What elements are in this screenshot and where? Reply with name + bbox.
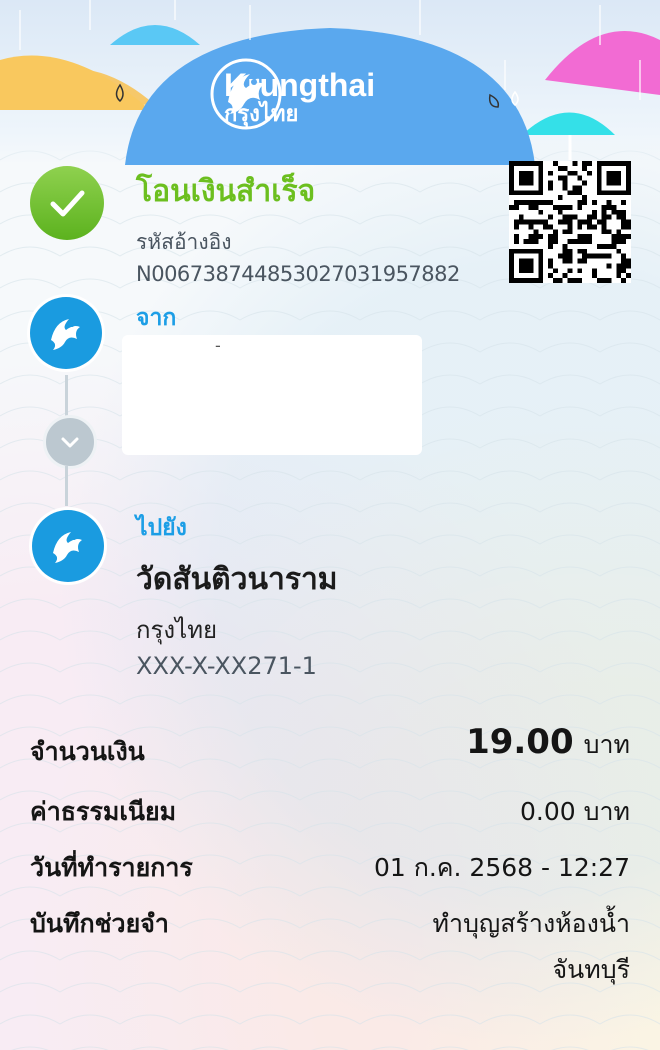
amount-value-row: 19.00 บาท (466, 722, 630, 765)
date-value: 01 ก.ค. 2568 - 12:27 (373, 853, 630, 882)
to-label: ไปยัง (136, 515, 187, 541)
connector-line-bottom (65, 466, 68, 506)
recipient-bank-avatar (32, 510, 104, 582)
amount-unit: บาท (583, 730, 630, 759)
krungthai-bird-icon (51, 319, 80, 350)
qr-code[interactable] (509, 161, 631, 283)
memo-value-line1: ทำบุญสร้างห้องน้ำ (432, 909, 630, 938)
sender-dash: - (215, 336, 221, 355)
expand-details-button[interactable] (43, 415, 97, 469)
reference-number: N00673874485302703195788​2 (136, 262, 460, 286)
from-label: จาก (136, 305, 177, 331)
status-title: โอนเงินสำเร็จ (136, 174, 316, 209)
fee-value: 0.00 บาท (520, 797, 630, 826)
fee-label: ค่าธรรมเนียม (30, 797, 177, 826)
date-label: วันที่ทำรายการ (30, 853, 193, 882)
reference-label: รหัสอ้างอิง (136, 230, 232, 254)
slip-content: โอนเงินสำเร็จ รหัสอ้างอิง N0067387448530… (0, 0, 660, 1050)
memo-label: บันทึกช่วยจำ (30, 909, 169, 938)
amount-value: 19.00 (466, 722, 574, 762)
amount-label: จำนวนเงิน (30, 737, 145, 766)
connector-line-top (65, 375, 68, 417)
recipient-account: XXX-X-XX271-1 (136, 652, 317, 680)
recipient-bank: กรุงไทย (136, 616, 218, 644)
success-status-icon (30, 166, 104, 240)
memo-value-line2: จันทบุรี (552, 955, 630, 984)
check-icon (50, 190, 85, 217)
redacted-sender-info (122, 335, 422, 455)
chevron-down-icon (61, 437, 79, 448)
krungthai-bird-icon (53, 532, 82, 563)
recipient-name: วัดสันติวนาราม (136, 562, 338, 597)
sender-bank-avatar (30, 297, 102, 369)
